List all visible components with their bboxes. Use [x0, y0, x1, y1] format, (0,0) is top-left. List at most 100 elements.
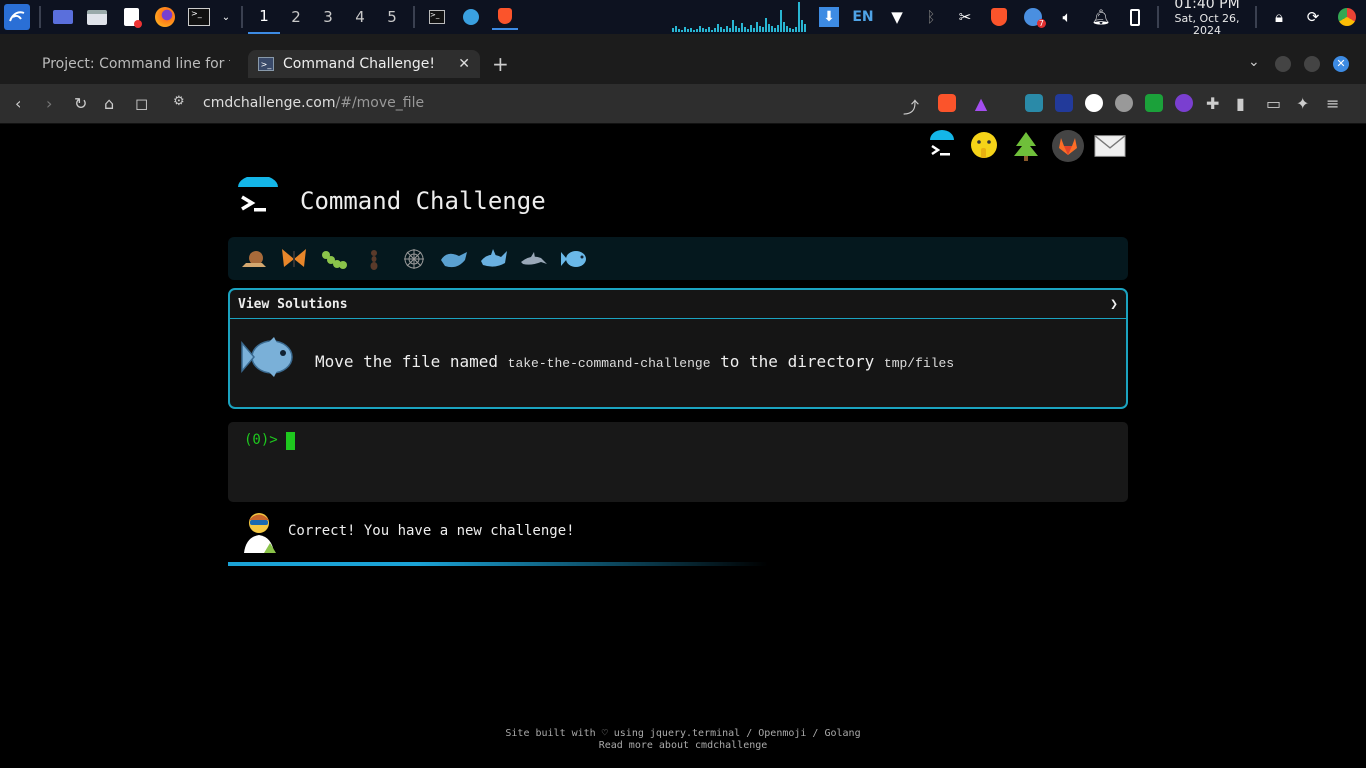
- close-window-button[interactable]: ✕: [1333, 56, 1349, 72]
- cpu-graph-bar: [741, 23, 743, 32]
- dolphin-icon[interactable]: [514, 244, 554, 274]
- tab-list-chevron-icon[interactable]: ⌄: [1248, 54, 1260, 70]
- wallet-icon[interactable]: ▭: [1266, 94, 1281, 113]
- terminal-umbrella-icon[interactable]: [926, 130, 958, 162]
- kali-menu-icon[interactable]: [4, 4, 30, 30]
- butterfly-icon[interactable]: [274, 244, 314, 274]
- workspace-5[interactable]: 5: [376, 0, 408, 34]
- reload-icon[interactable]: ↻: [74, 94, 87, 113]
- workspace-3[interactable]: 3: [312, 0, 344, 34]
- lock-icon[interactable]: 🔒︎: [1262, 0, 1296, 34]
- url-field[interactable]: cmdchallenge.com/#/move_file: [203, 95, 424, 111]
- bell-icon[interactable]: 🔔︎: [1084, 0, 1118, 34]
- mail-icon[interactable]: [1094, 130, 1126, 162]
- site-title: Command Challenge: [300, 187, 546, 215]
- notification-app-icon[interactable]: 7: [1016, 0, 1050, 34]
- challenge-progress-fill: [228, 562, 768, 566]
- sidebar-icon[interactable]: ▮: [1236, 94, 1245, 113]
- forward-icon[interactable]: ›: [46, 94, 52, 113]
- bluetooth-icon[interactable]: ᛒ: [914, 0, 948, 34]
- bookmark-icon[interactable]: ◻: [135, 94, 148, 113]
- snail-icon[interactable]: [234, 244, 274, 274]
- brave-shields-icon[interactable]: [938, 94, 956, 112]
- caterpillar-icon[interactable]: [314, 244, 354, 274]
- wifi-icon[interactable]: ▼: [880, 0, 914, 34]
- cpu-graph-bar: [687, 29, 689, 32]
- fish-challenge-icon: [240, 335, 296, 379]
- keyboard-layout[interactable]: EN: [846, 0, 880, 34]
- volume-icon[interactable]: 🔈︎: [1050, 0, 1084, 34]
- extension-6-icon[interactable]: [1175, 94, 1193, 112]
- brave-rewards-icon[interactable]: ▲: [972, 94, 990, 113]
- taskbar-separator: [1157, 6, 1159, 28]
- extension-2-icon[interactable]: [1055, 94, 1073, 112]
- minimize-button[interactable]: [1275, 56, 1291, 72]
- terminal-icon[interactable]: >_: [186, 4, 212, 30]
- telegram-icon[interactable]: [458, 4, 484, 30]
- taskbar-separator: [39, 6, 41, 28]
- site-info-icon[interactable]: ⚙: [173, 94, 185, 109]
- tree-icon[interactable]: [1010, 130, 1042, 162]
- cpu-graph-bar: [735, 26, 737, 32]
- chevron-down-icon[interactable]: ⌄: [220, 4, 232, 30]
- cpu-graph-bar: [795, 27, 797, 32]
- cpu-graph-bar: [756, 22, 758, 32]
- logout-icon[interactable]: ⟳: [1296, 0, 1330, 34]
- cpu-graph-bar: [675, 26, 677, 32]
- web-icon[interactable]: [394, 244, 434, 274]
- terminal-input[interactable]: (0)>: [228, 422, 1128, 502]
- tab-project[interactable]: Project: Command line for th: [30, 50, 230, 78]
- brave-window-icon[interactable]: [492, 4, 518, 30]
- workspace-1[interactable]: 1: [248, 0, 280, 34]
- clock[interactable]: 01:40 PM Sat, Oct 26, 2024: [1164, 0, 1250, 37]
- footer-read-more-link[interactable]: Read more about cmdchallenge: [0, 740, 1366, 752]
- challenge-dir-code: tmp/files: [883, 356, 955, 371]
- leo-ai-icon[interactable]: ✦: [1296, 94, 1309, 113]
- gitlab-icon[interactable]: [1052, 130, 1084, 162]
- brave-tray-icon[interactable]: [982, 0, 1016, 34]
- extension-5-icon[interactable]: [1145, 94, 1163, 112]
- page-content: Command Challenge View Solutions ❯ Move …: [0, 125, 1366, 768]
- shark-icon[interactable]: [474, 244, 514, 274]
- desktop-icon[interactable]: [50, 4, 76, 30]
- workspace-4[interactable]: 4: [344, 0, 376, 34]
- close-tab-icon[interactable]: ✕: [458, 56, 470, 72]
- back-icon[interactable]: ‹: [15, 94, 21, 113]
- clock-time: 01:40 PM: [1174, 0, 1240, 13]
- terminal-window-icon[interactable]: >_: [424, 4, 450, 30]
- shushing-face-icon[interactable]: [968, 130, 1000, 162]
- url-domain: cmdchallenge.com: [203, 95, 336, 111]
- share-icon[interactable]: ⤴: [903, 94, 919, 118]
- extensions-puzzle-icon[interactable]: ✚: [1206, 94, 1219, 113]
- cpu-graph-bar: [729, 28, 731, 32]
- cpu-graph-bar: [696, 29, 698, 32]
- cpu-graph-bar: [780, 10, 782, 32]
- cpu-graph-bar: [678, 29, 680, 32]
- terminal-prompt: (0)>: [244, 432, 278, 448]
- fish-icon[interactable]: [554, 244, 594, 274]
- whale-icon[interactable]: [434, 244, 474, 274]
- challenge-text-before: Move the file named: [315, 352, 508, 371]
- maximize-button[interactable]: [1304, 56, 1320, 72]
- battery-icon[interactable]: [1118, 0, 1152, 34]
- firefox-icon[interactable]: [152, 4, 178, 30]
- text-editor-icon[interactable]: [118, 4, 144, 30]
- workspace-2[interactable]: 2: [280, 0, 312, 34]
- home-icon[interactable]: ⌂: [104, 94, 114, 113]
- file-manager-icon[interactable]: [84, 4, 110, 30]
- extension-1-icon[interactable]: [1025, 94, 1043, 112]
- os-taskbar: >_ ⌄ 1 2 3 4 5 >_ ⬇ EN ▼ ᛒ ✂ 7 🔈︎ 🔔︎ 01:…: [0, 0, 1366, 37]
- download-icon[interactable]: ⬇: [812, 0, 846, 34]
- ant-icon[interactable]: [354, 244, 394, 274]
- extension-4-icon[interactable]: [1115, 94, 1133, 112]
- chrome-icon[interactable]: [1330, 0, 1364, 34]
- tools-icon[interactable]: ✂: [948, 0, 982, 34]
- new-tab-button[interactable]: +: [492, 52, 509, 76]
- menu-icon[interactable]: ≡: [1326, 94, 1339, 113]
- extension-3-icon[interactable]: [1085, 94, 1103, 112]
- tab-command-challenge[interactable]: >_ Command Challenge! ✕: [248, 50, 480, 78]
- footer-credits[interactable]: Site built with ♡ using jquery.terminal …: [0, 728, 1366, 740]
- view-solutions-toggle[interactable]: View Solutions ❯: [230, 290, 1126, 319]
- cpu-graph: [672, 2, 812, 32]
- cpu-graph-bar: [789, 28, 791, 32]
